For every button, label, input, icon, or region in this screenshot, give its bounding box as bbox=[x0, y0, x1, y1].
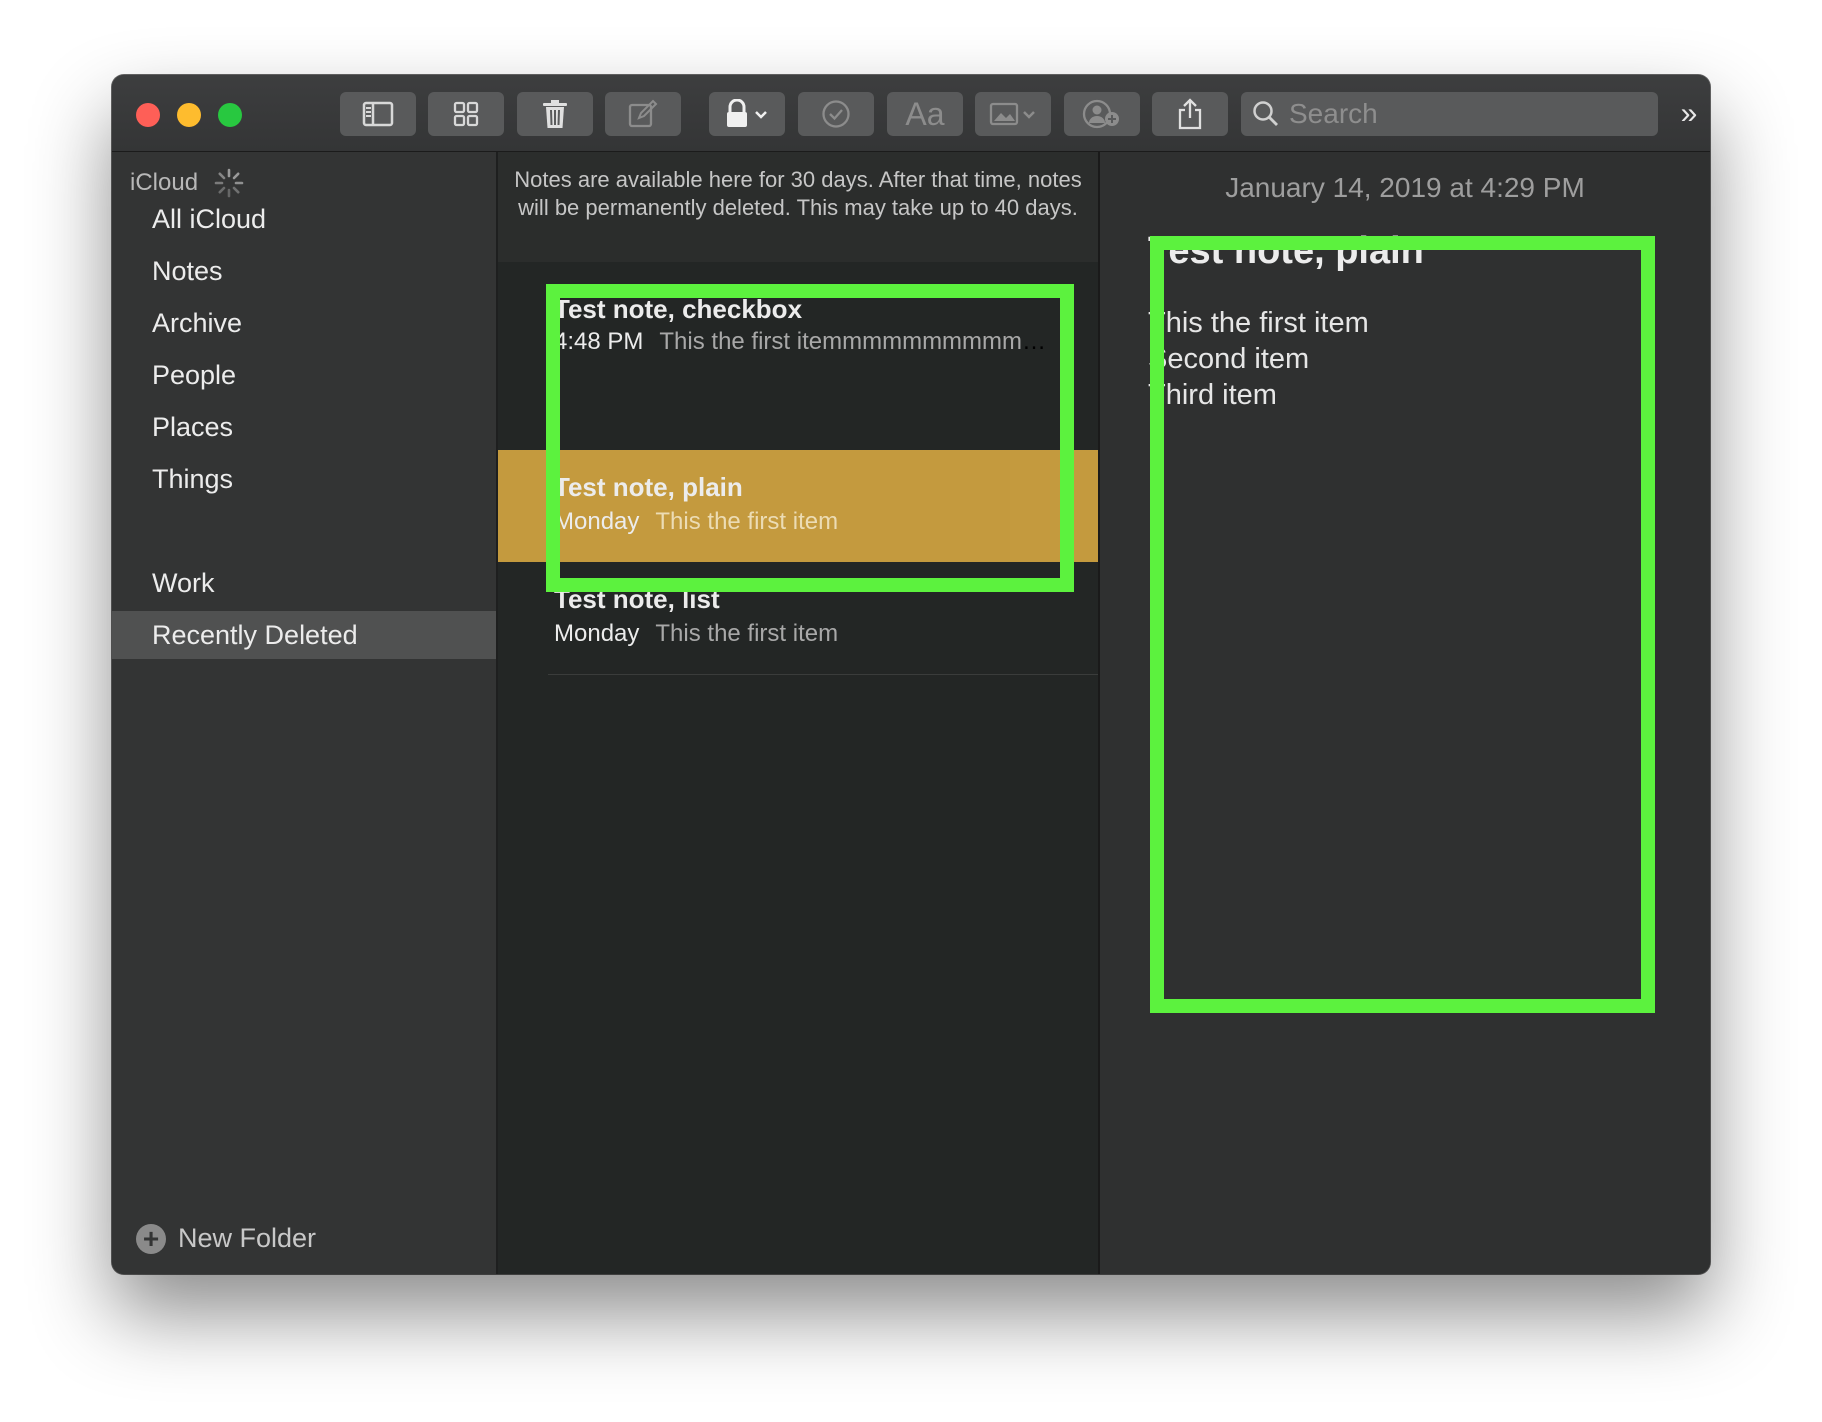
sidebar-item-things[interactable]: Things bbox=[112, 455, 496, 503]
share-icon bbox=[1178, 98, 1202, 130]
format-label: Aa bbox=[905, 95, 945, 132]
note-title: Test note, plain bbox=[554, 472, 743, 502]
note-preview: This the first item bbox=[655, 620, 839, 647]
search-input[interactable] bbox=[1287, 97, 1651, 131]
folder-label: Recently Deleted bbox=[152, 620, 358, 650]
toggle-sidebar-button[interactable] bbox=[340, 92, 416, 136]
note-preview: This the first itemmmmmmmmmmm... bbox=[659, 328, 1054, 355]
sidebar-item-people[interactable]: People bbox=[112, 351, 496, 399]
share-button[interactable] bbox=[1152, 92, 1228, 136]
sidebar-item-notes[interactable]: Notes bbox=[112, 247, 496, 295]
lock-icon bbox=[727, 99, 767, 127]
new-folder-button[interactable]: + New Folder bbox=[136, 1223, 316, 1254]
sync-spinner-icon bbox=[214, 168, 244, 198]
folder-label: Notes bbox=[152, 256, 223, 286]
note-date: Monday bbox=[554, 508, 640, 535]
chevrons-right-icon: » bbox=[1680, 97, 1698, 130]
sidebar-icon bbox=[362, 101, 394, 127]
gallery-view-button[interactable] bbox=[428, 92, 504, 136]
grid-icon bbox=[453, 101, 479, 127]
note-meta: 4:48 PM This the first itemmmmmmmmmmm... bbox=[554, 328, 1054, 356]
folder-label: Work bbox=[152, 568, 215, 598]
list-separator bbox=[548, 674, 1098, 675]
new-folder-label: New Folder bbox=[178, 1223, 317, 1253]
note-body-line: This the first item bbox=[1148, 307, 1369, 339]
search-icon bbox=[1253, 101, 1278, 126]
note-title: Test note, checkbox bbox=[554, 294, 803, 324]
notes-list: Notes are available here for 30 days. Af… bbox=[498, 152, 1100, 1274]
note-editor[interactable]: January 14, 2019 at 4:29 PM Test note, p… bbox=[1100, 152, 1710, 1274]
note-body-line: Third item bbox=[1148, 379, 1277, 411]
zoom-window-button[interactable] bbox=[218, 103, 242, 127]
minimize-window-button[interactable] bbox=[177, 103, 201, 127]
checklist-button[interactable] bbox=[798, 92, 874, 136]
note-date: Monday bbox=[554, 620, 640, 647]
sidebar-item-places[interactable]: Places bbox=[112, 403, 496, 451]
note-meta: Monday This the first item bbox=[554, 620, 1054, 648]
recently-deleted-info: Notes are available here for 30 days. Af… bbox=[498, 152, 1098, 262]
note-list-item-selected[interactable]: Test note, plain Monday This the first it… bbox=[498, 450, 1098, 562]
note-list-item[interactable]: Test note, checkbox 4:48 PM This the firs… bbox=[498, 280, 1098, 376]
folder-label: Things bbox=[152, 464, 234, 494]
sidebar-item-archive[interactable]: Archive bbox=[112, 299, 496, 347]
add-people-button[interactable] bbox=[1064, 92, 1140, 136]
note-body-line: Second item bbox=[1148, 343, 1310, 375]
sidebar: iCloud All iCloud Notes Archive People P… bbox=[112, 152, 498, 1274]
media-button[interactable] bbox=[975, 92, 1051, 136]
note-meta: Monday This the first item bbox=[554, 508, 1054, 536]
format-button[interactable]: Aa bbox=[887, 92, 963, 136]
checkmark-circle-icon bbox=[822, 100, 850, 128]
folder-label: People bbox=[152, 360, 237, 390]
note-list-item[interactable]: Test note, list Monday This the first ite… bbox=[498, 562, 1098, 674]
toolbar: Aa » bbox=[112, 75, 1710, 152]
account-header: iCloud bbox=[130, 168, 244, 198]
folder-label: Archive bbox=[152, 308, 243, 338]
folder-label: Places bbox=[152, 412, 234, 442]
sidebar-item-work[interactable]: Work bbox=[112, 559, 496, 607]
delete-note-button[interactable] bbox=[517, 92, 593, 136]
note-heading: Test note, plain bbox=[1148, 230, 1424, 272]
sidebar-item-recently-deleted[interactable]: Recently Deleted bbox=[112, 611, 496, 659]
note-timestamp: January 14, 2019 at 4:29 PM bbox=[1225, 172, 1585, 203]
account-label: iCloud bbox=[130, 169, 199, 196]
search-field[interactable] bbox=[1241, 92, 1658, 136]
lock-note-button[interactable] bbox=[709, 92, 785, 136]
toolbar-overflow-button[interactable]: » bbox=[1672, 97, 1706, 131]
notes-window: Aa » iCloud bbox=[112, 75, 1710, 1274]
photo-icon bbox=[989, 102, 1035, 126]
trash-icon bbox=[543, 100, 567, 128]
note-date: 4:48 PM bbox=[554, 328, 644, 355]
note-title: Test note, list bbox=[554, 584, 720, 614]
note-preview: This the first item bbox=[655, 508, 839, 535]
add-person-icon bbox=[1082, 99, 1119, 129]
close-window-button[interactable] bbox=[136, 103, 160, 127]
compose-icon bbox=[628, 99, 658, 128]
plus-circle-icon: + bbox=[136, 1223, 166, 1254]
new-note-button[interactable] bbox=[605, 92, 681, 136]
folder-label: All iCloud bbox=[152, 204, 267, 234]
sidebar-item-all-icloud[interactable]: All iCloud bbox=[112, 195, 496, 243]
